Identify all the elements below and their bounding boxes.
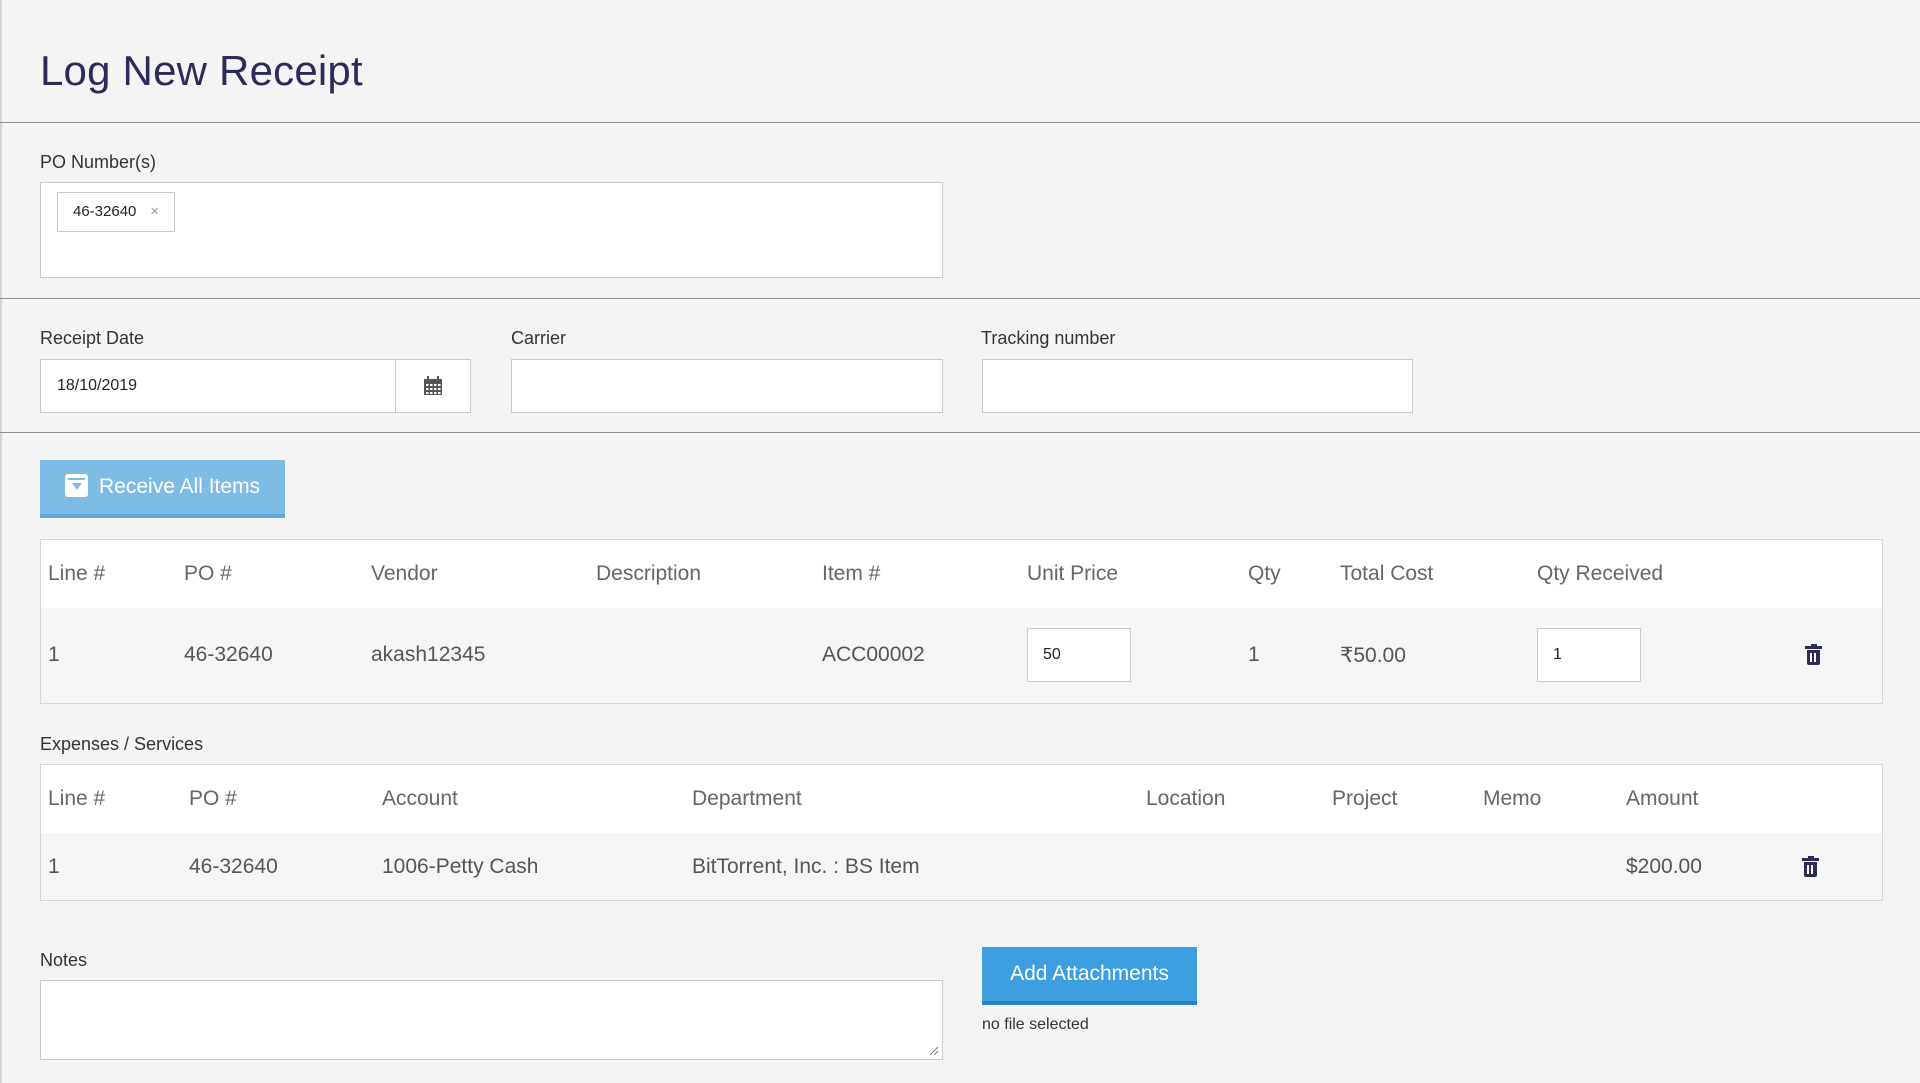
- col-line: Line #: [48, 562, 106, 585]
- trash-icon[interactable]: [1802, 856, 1819, 877]
- col-line: Line #: [48, 787, 106, 810]
- receipt-date-input[interactable]: 18/10/2019: [40, 359, 396, 413]
- receipt-date-label: Receipt Date: [40, 328, 145, 348]
- col-qty: Qty: [1248, 562, 1281, 585]
- carrier-input[interactable]: [511, 359, 943, 413]
- row-line: 1: [48, 643, 60, 666]
- notes-label: Notes: [40, 950, 88, 970]
- download-box-icon: [65, 473, 88, 497]
- row-po: 46-32640: [189, 855, 278, 878]
- table-row: 1 46-32640 1006-Petty Cash BitTorrent, I…: [41, 833, 1882, 900]
- po-tag: 46-32640 ×: [57, 192, 175, 232]
- divider: [0, 122, 1920, 123]
- resize-handle-icon[interactable]: [929, 1046, 939, 1056]
- trash-icon[interactable]: [1805, 644, 1822, 665]
- col-unit-price: Unit Price: [1027, 562, 1119, 585]
- col-qty-received: Qty Received: [1537, 562, 1664, 585]
- page-title: Log New Receipt: [40, 47, 363, 94]
- tracking-number-input[interactable]: [982, 359, 1413, 413]
- items-table-header: Line # PO # Vendor Description Item # Un…: [41, 540, 1882, 608]
- expenses-table: Line # PO # Account Department Location …: [40, 764, 1883, 901]
- add-attachments-button[interactable]: Add Attachments: [982, 947, 1197, 1005]
- po-tag-label: 46-32640: [73, 203, 137, 220]
- calendar-button[interactable]: [395, 359, 471, 413]
- expenses-table-header: Line # PO # Account Department Location …: [41, 765, 1882, 833]
- col-po: PO #: [189, 787, 237, 810]
- col-vendor: Vendor: [371, 562, 438, 585]
- file-status: no file selected: [982, 1016, 1089, 1033]
- col-total-cost: Total Cost: [1340, 562, 1434, 585]
- items-table: Line # PO # Vendor Description Item # Un…: [40, 539, 1883, 704]
- calendar-icon: [424, 376, 442, 395]
- row-po: 46-32640: [184, 643, 273, 666]
- left-border: [0, 0, 2, 1083]
- expenses-services-label: Expenses / Services: [40, 734, 204, 754]
- row-item: ACC00002: [822, 643, 925, 666]
- row-line: 1: [48, 855, 60, 878]
- receipt-date-value: 18/10/2019: [57, 377, 138, 394]
- col-memo: Memo: [1483, 787, 1542, 810]
- row-account: 1006-Petty Cash: [382, 855, 539, 878]
- divider: [0, 432, 1920, 433]
- po-numbers-input[interactable]: 46-32640 ×: [40, 182, 943, 278]
- po-numbers-label: PO Number(s): [40, 152, 157, 172]
- carrier-label: Carrier: [511, 328, 567, 348]
- unit-price-input[interactable]: 50: [1027, 628, 1131, 682]
- col-po: PO #: [184, 562, 232, 585]
- col-description: Description: [596, 562, 702, 585]
- table-row: 1 46-32640 akash12345 ACC00002 50 1 ₹50.…: [41, 608, 1882, 703]
- col-item: Item #: [822, 562, 881, 585]
- col-location: Location: [1146, 787, 1226, 810]
- col-account: Account: [382, 787, 458, 810]
- divider: [0, 298, 1920, 299]
- receive-all-items-label: Receive All Items: [99, 475, 261, 498]
- receive-all-items-button[interactable]: Receive All Items: [40, 460, 285, 518]
- row-qty: 1: [1248, 643, 1260, 666]
- col-department: Department: [692, 787, 802, 810]
- row-vendor: akash12345: [371, 643, 486, 666]
- tracking-number-label: Tracking number: [981, 328, 1116, 348]
- qty-received-input[interactable]: 1: [1537, 628, 1641, 682]
- notes-textarea[interactable]: [40, 980, 943, 1060]
- col-amount: Amount: [1626, 787, 1699, 810]
- remove-tag-icon[interactable]: ×: [150, 193, 159, 230]
- row-total-cost: ₹50.00: [1340, 644, 1406, 667]
- row-department: BitTorrent, Inc. : BS Item: [692, 855, 920, 878]
- col-project: Project: [1332, 787, 1398, 810]
- row-amount: $200.00: [1626, 855, 1702, 878]
